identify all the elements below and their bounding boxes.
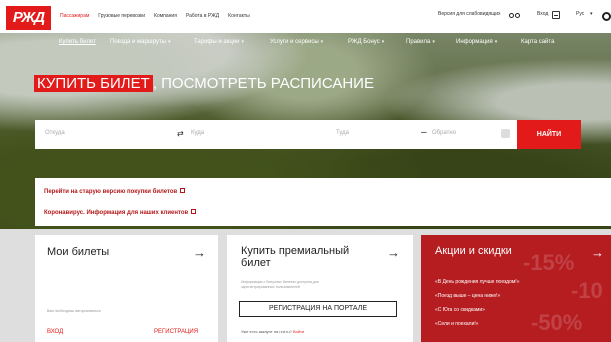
chevron-down-icon: ▾ [167, 39, 171, 45]
accessibility-link[interactable]: Версия для слабовидящих [438, 11, 501, 17]
find-button[interactable]: НАЙТИ [517, 120, 581, 149]
top-nav: Пассажирам Грузовые перевозки Компания Р… [60, 13, 250, 19]
top-nav-jobs[interactable]: Работа в РЖД [186, 13, 219, 19]
subnav-bonus[interactable]: РЖД Бонус ▾ [348, 39, 384, 45]
arrow-right-icon[interactable]: → [193, 246, 206, 259]
chevron-down-icon: ▾ [320, 39, 324, 45]
my-tickets-card: Мои билеты → Вам необходимо авторизовать… [35, 235, 218, 342]
arrow-right-icon[interactable]: → [591, 246, 604, 259]
chevron-down-icon: ▾ [381, 39, 385, 45]
chevron-down-icon[interactable]: ▾ [590, 11, 593, 17]
external-link-icon [180, 188, 186, 193]
top-nav-freight[interactable]: Грузовые перевозки [98, 13, 145, 19]
signin-link[interactable]: Войти [293, 329, 304, 334]
subnav-tariffs[interactable]: Тарифы и акции ▾ [194, 39, 244, 45]
language-select[interactable]: Рус [576, 11, 584, 17]
date-separator: – [421, 127, 427, 138]
card-title: Акции и скидки [435, 245, 512, 257]
subnav-services[interactable]: Услуги и сервисы ▾ [270, 39, 323, 45]
chevron-down-icon: ▾ [241, 39, 244, 45]
arrow-right-icon[interactable]: → [387, 246, 400, 259]
date-input[interactable]: Туда [336, 130, 349, 136]
external-link-icon [191, 209, 197, 214]
ticket-search-form: Откуда ⇄ Куда Туда – Обратно НАЙТИ [35, 120, 581, 149]
portal-register-button[interactable]: РЕГИСТРАЦИЯ НА ПОРТАЛЕ [239, 301, 397, 317]
auth-hint: Вам необходимо авторизоваться [47, 309, 101, 313]
top-nav-passengers[interactable]: Пассажирам [60, 13, 89, 19]
old-version-link[interactable]: Перейти на старую версию покупки билетов [44, 188, 186, 195]
sub-nav: Купить билет Поезда и маршруты ▾ Тарифы и… [0, 33, 611, 51]
subnav-rules[interactable]: Правила ▾ [406, 39, 435, 45]
chevron-down-icon: ▾ [494, 39, 498, 45]
chevron-down-icon: ▾ [432, 39, 435, 45]
decorative-percent: -50% [531, 310, 583, 335]
notice-panel: Перейти на старую версию покупки билетов… [35, 178, 611, 226]
subnav-info[interactable]: Информация ▾ [456, 39, 497, 45]
page-title: КУПИТЬ БИЛЕТ, ПОСМОТРЕТЬ РАСПИСАНИЕ [34, 75, 374, 92]
return-date-input[interactable]: Обратно [432, 130, 456, 136]
subnav-trains[interactable]: Поезда и маршруты ▾ [110, 39, 170, 45]
account-prompt: Уже есть аккаунт на rzd.ru? Войти [241, 329, 305, 334]
user-icon[interactable] [602, 12, 611, 21]
to-input[interactable]: Куда [191, 130, 204, 136]
from-input[interactable]: Откуда [45, 130, 65, 136]
promo-link[interactable]: «Поезд выше – цена ниже!» [435, 293, 500, 299]
glasses-icon[interactable] [509, 13, 521, 19]
promo-link[interactable]: «В День рождения лучше поездом!» [435, 279, 519, 285]
card-title: Мои билеты [47, 246, 110, 258]
calendar-icon[interactable] [501, 129, 510, 138]
top-header: РЖД Пассажирам Грузовые перевозки Компан… [0, 0, 611, 33]
premium-hint: Информация о бонусных билетах доступна д… [241, 280, 319, 289]
rzd-logo[interactable]: РЖД [6, 6, 51, 30]
covid-info-link[interactable]: Коронавирус. Информация для наших клиент… [44, 209, 197, 216]
decorative-percent: -10 [571, 278, 603, 303]
register-link[interactable]: РЕГИСТРАЦИЯ [154, 329, 198, 335]
subnav-sitemap[interactable]: Карта сайта [521, 39, 554, 45]
top-nav-company[interactable]: Компания [154, 13, 177, 19]
promotions-card: -15% -10 -50% Акции и скидки → «В День р… [421, 235, 611, 342]
top-nav-contacts[interactable]: Контакты [228, 13, 250, 19]
promo-link[interactable]: «Сели и поехали!» [435, 321, 479, 327]
promo-link[interactable]: «С Юга со скидками» [435, 307, 485, 313]
hero-section: Купить билет Поезда и маршруты ▾ Тарифы и… [0, 33, 611, 229]
subnav-buy-ticket[interactable]: Купить билет [59, 39, 96, 45]
card-title: Купить премиальный билет [241, 245, 350, 269]
premium-ticket-card: Купить премиальный билет → Информация о … [227, 235, 413, 342]
swap-icon[interactable]: ⇄ [177, 129, 184, 138]
login-icon[interactable] [552, 11, 560, 19]
decorative-percent: -15% [523, 250, 575, 275]
login-link[interactable]: Вход [537, 11, 548, 17]
login-link[interactable]: ВХОД [47, 329, 63, 335]
